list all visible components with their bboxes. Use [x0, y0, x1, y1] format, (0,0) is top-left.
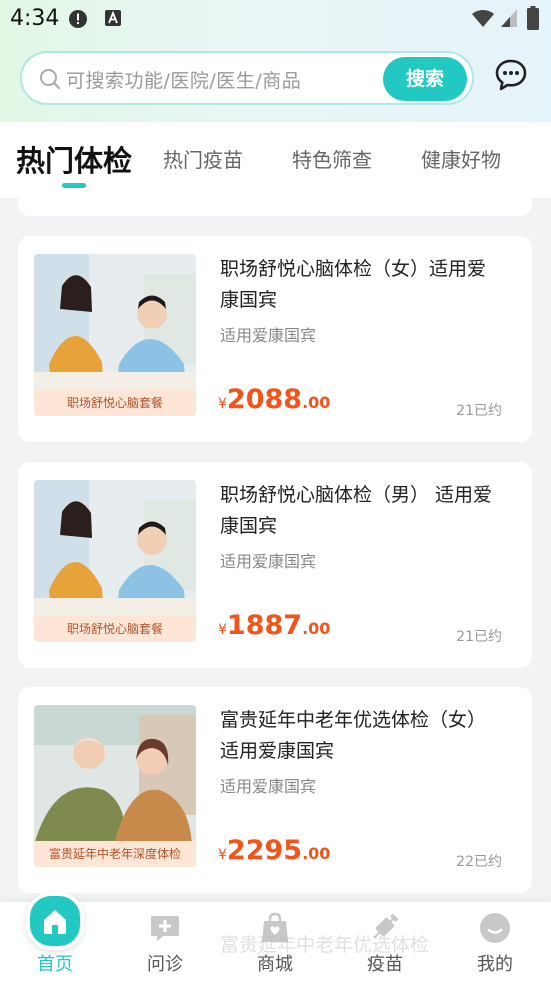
text-a-icon	[105, 10, 121, 26]
search-bar[interactable]: 可搜索功能/医院/医生/商品 搜索	[20, 51, 474, 105]
consult-icon	[151, 916, 179, 941]
product-card[interactable]: 职场舒悦心脑套餐 职场舒悦心脑体检（女）适用爱康国宾 适用爱康国宾 ¥2088.…	[18, 236, 532, 442]
booked-count: 22已约	[456, 854, 502, 870]
product-price: ¥2295.00	[218, 835, 331, 866]
nav-consult[interactable]: 问诊	[125, 902, 205, 981]
nav-label: 问诊	[147, 954, 183, 975]
status-time: 4:34	[10, 6, 60, 31]
product-subtitle: 适用爱康国宾	[220, 552, 317, 571]
nav-label: 首页	[37, 954, 73, 975]
tab-special-screening[interactable]: 特色筛查	[292, 144, 372, 173]
nav-profile[interactable]: 我的	[455, 902, 535, 981]
product-card[interactable]: 富贵延年中老年深度体检 富贵延年中老年优选体检（女）适用爱康国宾 适用爱康国宾 …	[18, 687, 532, 893]
product-subtitle: 适用爱康国宾	[220, 326, 317, 345]
product-price: ¥2088.00	[218, 384, 331, 415]
nav-home[interactable]: 首页	[15, 892, 95, 981]
product-image: 职场舒悦心脑套餐	[34, 254, 196, 416]
battery-icon	[527, 6, 539, 30]
wifi-icon	[472, 9, 494, 27]
product-card[interactable]: 职场舒悦心脑套餐 职场舒悦心脑体检（男） 适用爱康国宾 适用爱康国宾 ¥1887…	[18, 462, 532, 668]
tab-hot-vaccine[interactable]: 热门疫苗	[163, 144, 243, 173]
message-icon[interactable]	[494, 58, 528, 92]
booked-count: 21已约	[456, 629, 502, 645]
image-caption: 职场舒悦心脑套餐	[34, 390, 196, 416]
product-price: ¥1887.00	[218, 610, 331, 641]
alert-icon	[69, 10, 87, 28]
product-image: 职场舒悦心脑套餐	[34, 480, 196, 642]
active-tab-indicator	[62, 183, 86, 188]
tab-hot-checkup[interactable]: 热门体检	[16, 138, 132, 180]
search-button[interactable]: 搜索	[383, 57, 467, 101]
search-input[interactable]: 可搜索功能/医院/医生/商品	[66, 66, 301, 93]
signal-icon	[501, 9, 517, 27]
previous-card-edge	[18, 198, 532, 216]
profile-icon	[480, 913, 510, 943]
search-icon	[40, 69, 61, 90]
nav-label: 我的	[477, 954, 513, 975]
partial-list-item: 富贵延年中老年优选体检	[220, 934, 430, 956]
product-title: 职场舒悦心脑体检（男） 适用爱康国宾	[220, 484, 493, 537]
image-caption: 富贵延年中老年深度体检	[34, 841, 196, 867]
product-title: 职场舒悦心脑体检（女）适用爱康国宾	[220, 258, 487, 311]
tab-health-goods[interactable]: 健康好物	[421, 144, 501, 173]
image-caption: 职场舒悦心脑套餐	[34, 616, 196, 642]
home-icon	[26, 892, 84, 950]
product-subtitle: 适用爱康国宾	[220, 777, 317, 796]
booked-count: 21已约	[456, 403, 502, 419]
product-image: 富贵延年中老年深度体检	[34, 705, 196, 867]
status-bar: 4:34	[0, 0, 551, 38]
product-title: 富贵延年中老年优选体检（女）适用爱康国宾	[220, 709, 487, 762]
